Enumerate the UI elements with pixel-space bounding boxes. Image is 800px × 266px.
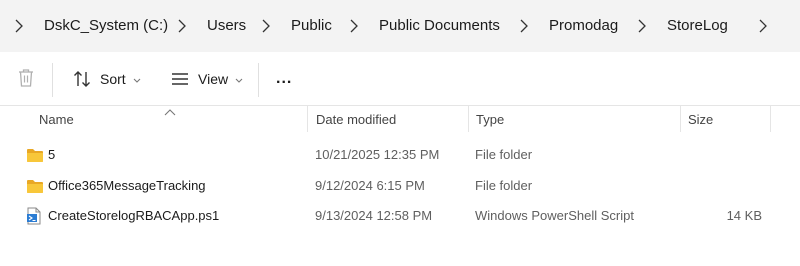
chevron-right-icon[interactable]	[14, 19, 24, 33]
file-type: File folder	[475, 147, 533, 162]
file-type: File folder	[475, 178, 533, 193]
sort-icon	[72, 69, 92, 89]
view-button[interactable]: View	[170, 52, 243, 106]
file-name: 5	[48, 147, 56, 162]
column-header-name[interactable]: Name	[39, 106, 74, 134]
column-divider[interactable]	[770, 106, 771, 132]
sort-label: Sort	[100, 71, 126, 87]
trash-icon	[16, 67, 36, 92]
file-row[interactable]: Office365MessageTracking 9/12/2024 6:15 …	[16, 171, 786, 201]
column-header-size[interactable]: Size	[688, 106, 713, 134]
breadcrumb-item-storelog[interactable]: StoreLog	[667, 0, 728, 52]
column-divider[interactable]	[468, 106, 469, 132]
chevron-down-icon	[235, 71, 243, 87]
sort-button[interactable]: Sort	[72, 52, 141, 106]
view-icon	[170, 69, 190, 89]
chevron-right-icon[interactable]	[177, 19, 187, 33]
breadcrumb-item-promodag[interactable]: Promodag	[549, 0, 618, 52]
delete-button[interactable]	[16, 52, 36, 106]
more-options-label: ...	[276, 70, 293, 87]
breadcrumb-item-drive[interactable]: DskC_System (C:)	[44, 0, 168, 52]
column-divider[interactable]	[307, 106, 308, 132]
chevron-right-icon[interactable]	[519, 19, 529, 33]
file-size: 14 KB	[726, 208, 762, 223]
address-bar[interactable]: DskC_System (C:) Users Public Public Doc…	[0, 0, 800, 52]
toolbar-divider	[258, 63, 259, 97]
toolbar-divider	[52, 63, 53, 97]
breadcrumb-item-users[interactable]: Users	[207, 0, 246, 52]
file-name: Office365MessageTracking	[48, 178, 206, 193]
chevron-down-icon	[133, 71, 141, 87]
command-bar: Sort View ...	[0, 52, 800, 106]
column-divider[interactable]	[680, 106, 681, 132]
file-type: Windows PowerShell Script	[475, 208, 634, 223]
breadcrumb-item-public-documents[interactable]: Public Documents	[379, 0, 500, 52]
chevron-right-icon[interactable]	[349, 19, 359, 33]
file-date-modified: 10/21/2025 12:35 PM	[315, 147, 440, 162]
powershell-script-icon	[26, 207, 44, 225]
view-label: View	[198, 71, 229, 87]
file-date-modified: 9/12/2024 6:15 PM	[315, 178, 425, 193]
column-header-type[interactable]: Type	[476, 106, 504, 134]
more-options-button[interactable]: ...	[276, 52, 292, 106]
chevron-right-icon[interactable]	[637, 19, 647, 33]
chevron-right-icon[interactable]	[758, 19, 768, 33]
breadcrumb-item-public[interactable]: Public	[291, 0, 332, 52]
folder-icon	[26, 147, 44, 163]
file-name: CreateStorelogRBACApp.ps1	[48, 208, 220, 223]
column-header-date-modified[interactable]: Date modified	[316, 106, 396, 134]
chevron-right-icon[interactable]	[261, 19, 271, 33]
sort-ascending-icon	[164, 104, 176, 116]
folder-icon	[26, 178, 44, 194]
file-row[interactable]: CreateStorelogRBACApp.ps1 9/13/2024 12:5…	[16, 201, 786, 231]
file-row[interactable]: 5 10/21/2025 12:35 PM File folder	[16, 140, 786, 170]
file-date-modified: 9/13/2024 12:58 PM	[315, 208, 433, 223]
